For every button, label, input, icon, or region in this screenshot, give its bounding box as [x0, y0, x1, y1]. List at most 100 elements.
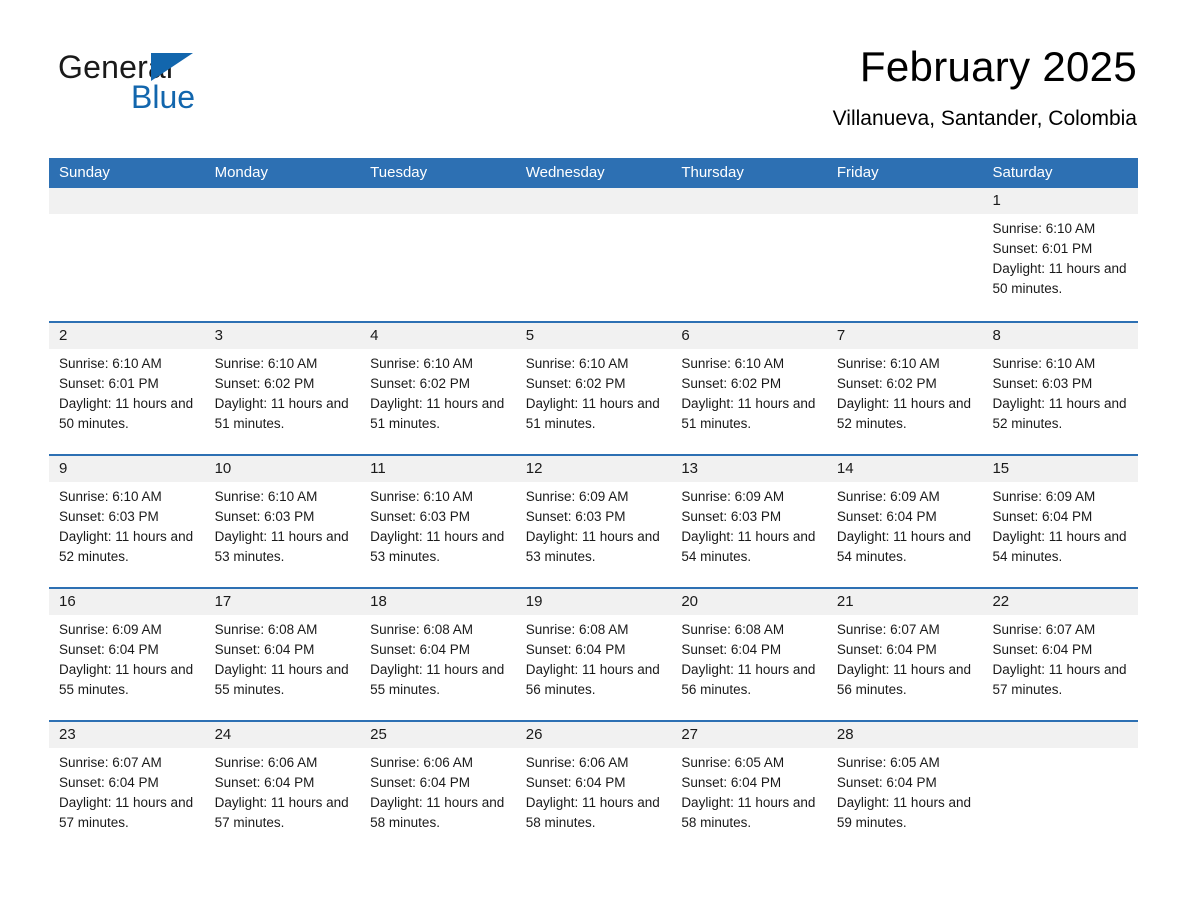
calendar-day-cell[interactable]: 28 Sunrise: 6:05 AM Sunset: 6:04 PM Dayligh…: [827, 722, 983, 853]
calendar-day-cell[interactable]: 21 Sunrise: 6:07 AM Sunset: 6:04 PM Dayligh…: [827, 589, 983, 720]
day-info: Sunrise: 6:09 AM Sunset: 6:03 PM Daylight:…: [526, 482, 662, 567]
calendar-day-cell[interactable]: 3 Sunrise: 6:10 AM Sunset: 6:02 PM Daylight…: [205, 323, 361, 454]
sunset-text: Sunset: 6:03 PM: [370, 509, 470, 524]
calendar-day-cell-empty: [827, 188, 983, 321]
calendar-week-row: 1 Sunrise: 6:10 AM Sunset: 6:01 PM Daylight…: [49, 188, 1138, 321]
day-info: Sunrise: 6:09 AM Sunset: 6:04 PM Daylight:…: [992, 482, 1128, 567]
calendar-day-cell[interactable]: 24 Sunrise: 6:06 AM Sunset: 6:04 PM Dayligh…: [205, 722, 361, 853]
weekday-header-wednesday: Wednesday: [525, 164, 605, 181]
day-info: Sunrise: 6:05 AM Sunset: 6:04 PM Daylight:…: [681, 748, 817, 833]
day-number: 8: [992, 327, 1001, 344]
sunrise-text: Sunrise: 6:08 AM: [681, 622, 785, 637]
calendar-day-cell[interactable]: 27 Sunrise: 6:05 AM Sunset: 6:04 PM Dayligh…: [671, 722, 827, 853]
day-info: Sunrise: 6:07 AM Sunset: 6:04 PM Daylight:…: [992, 615, 1128, 700]
daylight-text: Daylight: 11 hours and 51 minutes.: [370, 396, 505, 431]
sunset-text: Sunset: 6:04 PM: [836, 509, 937, 524]
calendar-day-cell[interactable]: 7 Sunrise: 6:10 AM Sunset: 6:02 PM Daylight…: [827, 323, 983, 454]
calendar-day-cell[interactable]: 25 Sunrise: 6:06 AM Sunset: 6:04 PM Dayligh…: [360, 722, 516, 853]
daylight-text: Daylight: 11 hours and 55 minutes.: [214, 662, 349, 697]
sunset-text: Sunset: 6:03 PM: [992, 376, 1093, 391]
sunset-text: Sunset: 6:01 PM: [59, 376, 159, 391]
day-info: Sunrise: 6:10 AM Sunset: 6:01 PM Daylight:…: [59, 349, 195, 434]
calendar-day-cell-empty: [205, 188, 361, 321]
day-info: Sunrise: 6:09 AM Sunset: 6:03 PM Daylight:…: [681, 482, 817, 567]
day-number: 7: [836, 327, 846, 344]
calendar-day-cell[interactable]: 17 Sunrise: 6:08 AM Sunset: 6:04 PM Dayligh…: [205, 589, 361, 720]
calendar-week-row: 2 Sunrise: 6:10 AM Sunset: 6:01 PM Daylight…: [49, 321, 1138, 454]
sunset-text: Sunset: 6:04 PM: [59, 642, 159, 657]
day-info: Sunrise: 6:10 AM Sunset: 6:02 PM Daylight:…: [681, 349, 817, 434]
sunrise-text: Sunrise: 6:10 AM: [681, 356, 785, 371]
daylight-text: Daylight: 11 hours and 57 minutes.: [992, 662, 1127, 697]
sunset-text: Sunset: 6:04 PM: [992, 509, 1093, 524]
daylight-text: Daylight: 11 hours and 56 minutes.: [836, 662, 971, 697]
sunset-text: Sunset: 6:04 PM: [681, 642, 782, 657]
sunrise-text: Sunrise: 6:09 AM: [681, 489, 785, 504]
sunrise-text: Sunrise: 6:10 AM: [214, 489, 318, 504]
calendar-week-row: 9 Sunrise: 6:10 AM Sunset: 6:03 PM Daylight…: [49, 454, 1138, 587]
sunrise-text: Sunrise: 6:09 AM: [525, 489, 629, 504]
calendar-day-cell[interactable]: 20 Sunrise: 6:08 AM Sunset: 6:04 PM Dayligh…: [671, 589, 827, 720]
sunset-text: Sunset: 6:04 PM: [836, 642, 937, 657]
daylight-text: Daylight: 11 hours and 52 minutes.: [992, 396, 1127, 431]
calendar-day-cell[interactable]: 5 Sunrise: 6:10 AM Sunset: 6:02 PM Daylight…: [516, 323, 672, 454]
sunset-text: Sunset: 6:04 PM: [525, 775, 626, 790]
daylight-text: Daylight: 11 hours and 55 minutes.: [59, 662, 194, 697]
day-number: 9: [59, 460, 68, 477]
day-number: 28: [836, 726, 854, 743]
calendar-day-cell[interactable]: 18 Sunrise: 6:08 AM Sunset: 6:04 PM Dayligh…: [360, 589, 516, 720]
day-info: Sunrise: 6:06 AM Sunset: 6:04 PM Daylight:…: [370, 748, 506, 833]
calendar-day-cell[interactable]: 26 Sunrise: 6:06 AM Sunset: 6:04 PM Dayligh…: [516, 722, 672, 853]
calendar-day-cell[interactable]: 15 Sunrise: 6:09 AM Sunset: 6:04 PM Dayligh…: [982, 456, 1138, 587]
daylight-text: Daylight: 11 hours and 57 minutes.: [59, 795, 194, 830]
calendar-day-cell[interactable]: 6 Sunrise: 6:10 AM Sunset: 6:02 PM Daylight…: [671, 323, 827, 454]
calendar-day-cell[interactable]: 9 Sunrise: 6:10 AM Sunset: 6:03 PM Daylight…: [49, 456, 205, 587]
day-info: Sunrise: 6:10 AM Sunset: 6:03 PM Daylight:…: [992, 349, 1128, 434]
day-number: 22: [992, 593, 1010, 610]
sunrise-text: Sunrise: 6:06 AM: [214, 755, 318, 770]
calendar-day-cell[interactable]: 19 Sunrise: 6:08 AM Sunset: 6:04 PM Dayligh…: [516, 589, 672, 720]
calendar-day-cell[interactable]: 4 Sunrise: 6:10 AM Sunset: 6:02 PM Daylight…: [360, 323, 516, 454]
day-number: 10: [214, 460, 232, 477]
daylight-text: Daylight: 11 hours and 57 minutes.: [214, 795, 349, 830]
day-info: Sunrise: 6:09 AM Sunset: 6:04 PM Daylight:…: [837, 482, 973, 567]
calendar-day-cell[interactable]: 14 Sunrise: 6:09 AM Sunset: 6:04 PM Dayligh…: [827, 456, 983, 587]
sunset-text: Sunset: 6:04 PM: [214, 775, 315, 790]
sunset-text: Sunset: 6:02 PM: [214, 376, 315, 391]
day-info: Sunrise: 6:08 AM Sunset: 6:04 PM Daylight:…: [681, 615, 817, 700]
calendar-week-row: 16 Sunrise: 6:09 AM Sunset: 6:04 PM Dayligh…: [49, 587, 1138, 720]
calendar-day-cell-empty: [49, 188, 205, 321]
daylight-text: Daylight: 11 hours and 50 minutes.: [992, 261, 1127, 296]
day-number: 21: [836, 593, 854, 610]
sunrise-text: Sunrise: 6:05 AM: [681, 755, 785, 770]
day-number: 23: [59, 726, 76, 743]
sunset-text: Sunset: 6:03 PM: [59, 509, 159, 524]
calendar-day-cell[interactable]: 22 Sunrise: 6:07 AM Sunset: 6:04 PM Dayligh…: [982, 589, 1138, 720]
calendar-day-cell[interactable]: 1 Sunrise: 6:10 AM Sunset: 6:01 PM Daylight…: [982, 188, 1138, 321]
sunset-text: Sunset: 6:03 PM: [525, 509, 626, 524]
calendar-day-cell[interactable]: 16 Sunrise: 6:09 AM Sunset: 6:04 PM Dayligh…: [49, 589, 205, 720]
calendar-day-cell-empty: [516, 188, 672, 321]
calendar-day-cell[interactable]: 10 Sunrise: 6:10 AM Sunset: 6:03 PM Dayligh…: [205, 456, 361, 587]
day-info: Sunrise: 6:05 AM Sunset: 6:04 PM Daylight:…: [837, 748, 973, 833]
calendar-day-cell[interactable]: 13 Sunrise: 6:09 AM Sunset: 6:03 PM Dayligh…: [671, 456, 827, 587]
day-number: 15: [992, 460, 1010, 477]
sunrise-text: Sunrise: 6:09 AM: [992, 489, 1096, 504]
daylight-text: Daylight: 11 hours and 51 minutes.: [525, 396, 660, 431]
weekday-header-tuesday: Tuesday: [370, 164, 428, 181]
page-title: February 2025: [859, 43, 1137, 90]
day-info: Sunrise: 6:06 AM Sunset: 6:04 PM Daylight:…: [215, 748, 351, 833]
day-number: 14: [836, 460, 854, 477]
brand-logo[interactable]: General Blue: [58, 50, 258, 114]
calendar-day-cell[interactable]: 2 Sunrise: 6:10 AM Sunset: 6:01 PM Daylight…: [49, 323, 205, 454]
day-number: 17: [214, 593, 232, 610]
calendar-day-cell[interactable]: 8 Sunrise: 6:10 AM Sunset: 6:03 PM Daylight…: [982, 323, 1138, 454]
calendar-day-cell[interactable]: 11 Sunrise: 6:10 AM Sunset: 6:03 PM Dayligh…: [360, 456, 516, 587]
calendar-day-cell[interactable]: 23 Sunrise: 6:07 AM Sunset: 6:04 PM Dayligh…: [49, 722, 205, 853]
calendar-day-cell[interactable]: 12 Sunrise: 6:09 AM Sunset: 6:03 PM Dayligh…: [516, 456, 672, 587]
calendar-table: Sunday Monday Tuesday Wednesday Thursday Frid…: [49, 158, 1138, 853]
day-info: Sunrise: 6:10 AM Sunset: 6:01 PM Daylight:…: [992, 214, 1128, 299]
sunrise-text: Sunrise: 6:09 AM: [836, 489, 940, 504]
sunset-text: Sunset: 6:02 PM: [370, 376, 470, 391]
day-number: 12: [525, 460, 543, 477]
